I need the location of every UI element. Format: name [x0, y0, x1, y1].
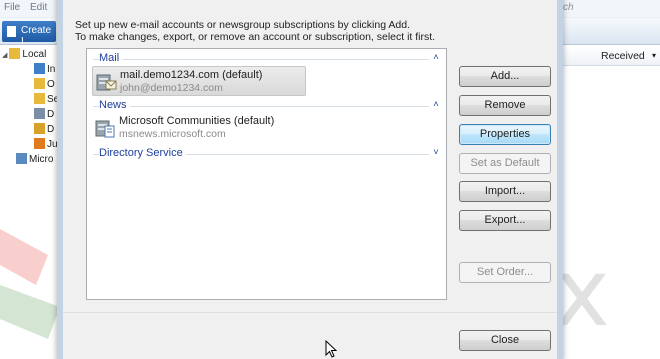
mail-server-icon	[96, 74, 117, 91]
export-button[interactable]: Export...	[459, 210, 551, 231]
folder-outbox[interactable]: O	[34, 78, 55, 90]
new-document-icon	[7, 26, 16, 37]
close-button[interactable]: Close	[459, 330, 551, 351]
background-search-fragment: ch	[563, 2, 574, 13]
account-name: mail.demo1234.com (default)	[120, 69, 263, 81]
instruction-line-2: To make changes, export, or remove an ac…	[75, 31, 436, 43]
folder-local[interactable]: ◢ Local	[2, 48, 46, 60]
import-button[interactable]: Import...	[459, 181, 551, 202]
dialog-body: Set up new e-mail accounts or newsgroup …	[63, 0, 557, 359]
folder-inbox[interactable]: In	[34, 63, 55, 75]
expand-chevron-icon[interactable]: ˅	[431, 147, 441, 159]
collapse-chevron-icon[interactable]: ˄	[431, 99, 441, 111]
set-as-default-button[interactable]: Set as Default	[459, 153, 551, 174]
folder-microsoft[interactable]: Micro	[16, 153, 53, 165]
group-header-mail[interactable]: Mail ˄	[93, 52, 443, 66]
mouse-pointer-icon	[325, 340, 337, 358]
properties-button[interactable]: Properties	[459, 124, 551, 145]
account-detail: msnews.microsoft.com	[119, 128, 226, 140]
accounts-dialog: Set up new e-mail accounts or newsgroup …	[57, 0, 563, 359]
set-order-button[interactable]: Set Order...	[459, 262, 551, 283]
account-list[interactable]: Mail ˄ mail.demo1234.com (default) john@…	[86, 48, 447, 300]
footer-divider	[63, 312, 557, 313]
folder-icon	[9, 48, 21, 59]
dialog-instructions: Set up new e-mail accounts or newsgroup …	[75, 19, 435, 43]
group-divider	[93, 59, 429, 60]
received-column-header[interactable]: Received ▾	[563, 46, 660, 66]
junk-icon	[34, 138, 45, 149]
menu-file[interactable]: File	[4, 2, 20, 13]
account-detail: john@demo1234.com	[120, 82, 223, 94]
account-row-news[interactable]: Microsoft Communities (default) msnews.m…	[92, 113, 306, 143]
sent-icon	[34, 93, 45, 104]
folder-deleted[interactable]: D	[34, 108, 54, 120]
account-name: Microsoft Communities (default)	[119, 115, 275, 127]
account-row-mail[interactable]: mail.demo1234.com (default) john@demo123…	[92, 66, 306, 96]
group-divider	[93, 106, 429, 107]
group-header-news[interactable]: News ˄	[93, 99, 443, 113]
inbox-icon	[34, 63, 45, 74]
news-server-icon	[95, 120, 115, 138]
newsgroup-icon	[16, 153, 27, 164]
folder-pane: ◢ Local In O Se D D Ju Micro	[0, 45, 59, 359]
received-column-label: Received	[601, 50, 645, 62]
group-label-mail: Mail	[99, 52, 123, 64]
group-label-news: News	[99, 99, 130, 111]
chevron-down-icon[interactable]: ▾	[652, 51, 656, 60]
folder-sent[interactable]: Se	[34, 93, 59, 105]
collapse-chevron-icon[interactable]: ˄	[431, 52, 441, 64]
outbox-icon	[34, 78, 45, 89]
remove-button[interactable]: Remove	[459, 95, 551, 116]
drafts-icon	[34, 123, 45, 134]
expand-arrow-icon[interactable]: ◢	[2, 52, 7, 59]
folder-junk[interactable]: Ju	[34, 138, 58, 150]
group-label-directory-service: Directory Service	[99, 147, 186, 159]
create-mail-button[interactable]: Create I	[2, 21, 56, 47]
instruction-line-1: Set up new e-mail accounts or newsgroup …	[75, 19, 411, 31]
folder-drafts[interactable]: D	[34, 123, 54, 135]
message-list-pane	[563, 45, 660, 359]
add-button[interactable]: Add...	[459, 66, 551, 87]
trash-icon	[34, 108, 45, 119]
group-header-directory-service[interactable]: Directory Service ˅	[93, 147, 443, 161]
menu-edit[interactable]: Edit	[30, 2, 47, 13]
